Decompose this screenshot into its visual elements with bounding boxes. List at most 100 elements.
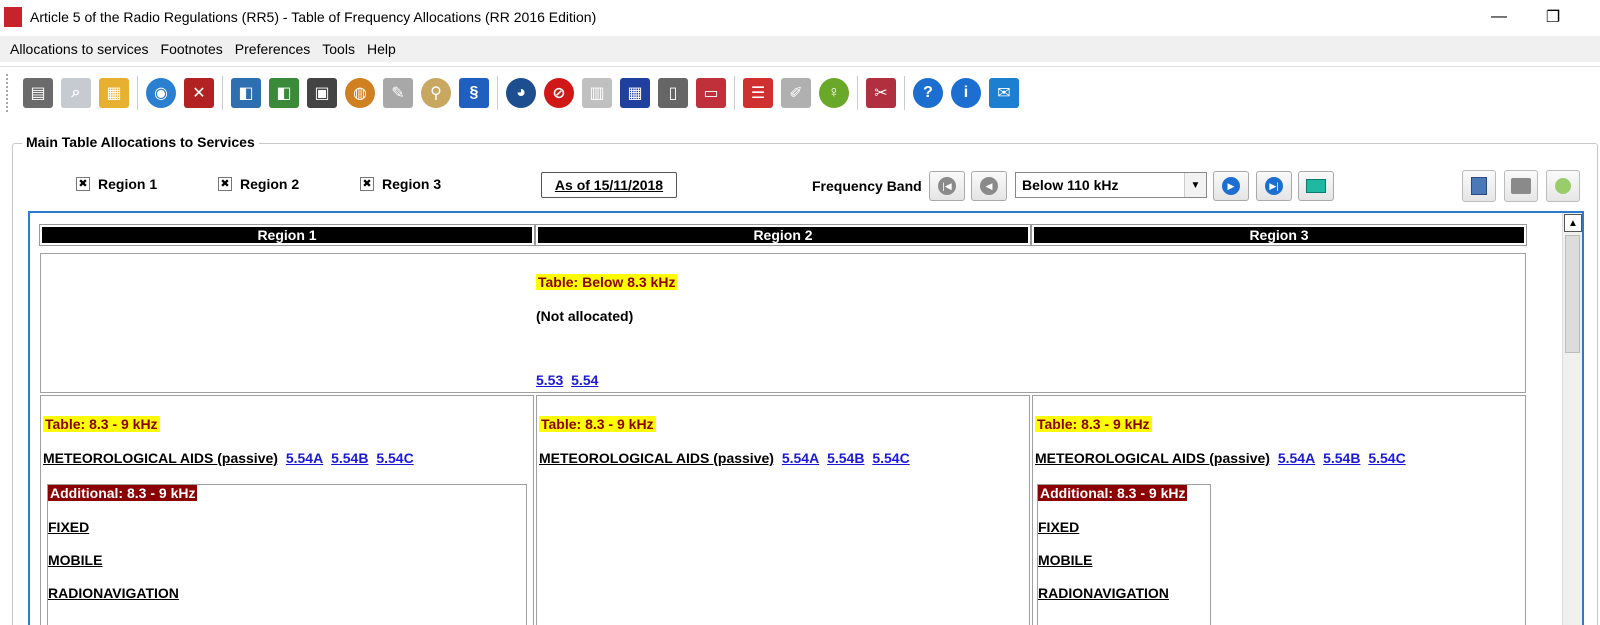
footnote-link[interactable]: 5.54A — [782, 450, 819, 466]
additional-allocation-box: Additional: 8.3 - 9 kHz FIXED MOBILE RAD… — [47, 484, 527, 625]
calendar-icon[interactable]: ▦ — [99, 77, 129, 108]
print-button[interactable] — [1504, 170, 1538, 202]
band-label: Table: 8.3 - 9 kHz — [1035, 416, 1152, 432]
service-line: METEOROLOGICAL AIDS (passive) 5.54A 5.54… — [539, 450, 910, 466]
band-label: Table: 8.3 - 9 kHz — [539, 416, 656, 432]
footnote-link[interactable]: 5.54C — [872, 450, 909, 466]
minimize-button[interactable]: — — [1476, 0, 1522, 34]
checkbox-icon: ✖ — [76, 177, 90, 191]
service-link[interactable]: METEOROLOGICAL AIDS (passive) — [1035, 450, 1270, 466]
menu-tools[interactable]: Tools — [316, 41, 361, 57]
toolbar-grip[interactable] — [6, 73, 11, 112]
additional-allocation-box: Additional: 8.3 - 9 kHz FIXED MOBILE RAD… — [1037, 484, 1211, 625]
calculator-icon[interactable]: ▣ — [307, 77, 337, 108]
footnote-link[interactable]: 5.54A — [1278, 450, 1315, 466]
region1-label: Region 1 — [98, 176, 158, 192]
additional-label: Additional: 8.3 - 9 kHz — [48, 485, 198, 501]
first-icon: |◀ — [938, 177, 956, 195]
footnote-list: 5.53 5.54 — [532, 372, 598, 388]
service-mobile[interactable]: MOBILE — [48, 552, 102, 568]
delete-icon[interactable]: ✕ — [184, 77, 214, 108]
menu-footnotes[interactable]: Footnotes — [155, 41, 229, 57]
scroll-icon[interactable]: § — [459, 77, 489, 108]
help-icon[interactable]: ? — [913, 77, 943, 108]
report-icon[interactable]: ☰ — [743, 77, 773, 108]
world-map-icon[interactable]: ◍ — [345, 77, 375, 108]
as-of-date-button[interactable]: As of 15/11/2018 — [541, 172, 677, 198]
allocation-table-pane[interactable]: Region 1 Region 2 Region 3 Table: Below … — [28, 211, 1584, 625]
restore-button[interactable]: ❐ — [1530, 0, 1576, 34]
region2-checkbox[interactable]: ✖ Region 2 — [218, 176, 299, 192]
tools-icon[interactable]: ✂ — [866, 77, 896, 108]
service-radionavigation[interactable]: RADIONAVIGATION — [48, 585, 179, 601]
footnote-link[interactable]: 5.54 — [571, 372, 598, 388]
last-icon: ▶| — [1265, 177, 1283, 195]
footnote-link[interactable]: 5.53 — [536, 372, 563, 388]
mail-icon[interactable]: ✉ — [989, 77, 1019, 108]
service-mobile[interactable]: MOBILE — [1038, 552, 1092, 568]
next-band-button[interactable]: ▶ — [1213, 171, 1249, 201]
scroll-up-icon[interactable]: ▲ — [1564, 214, 1582, 232]
export-button[interactable] — [1462, 170, 1496, 202]
region1-cell: Table: 8.3 - 9 kHz METEOROLOGICAL AIDS (… — [40, 395, 534, 625]
footnote-link[interactable]: 5.54C — [376, 450, 413, 466]
refresh-button[interactable] — [1546, 170, 1580, 202]
edit-icon[interactable]: ✎ — [383, 77, 413, 108]
lightbulb-icon[interactable]: ♀ — [819, 77, 849, 108]
footnote-link[interactable]: 5.54B — [331, 450, 368, 466]
printer-icon — [1511, 178, 1531, 194]
dial-green-icon[interactable]: ◧ — [269, 77, 299, 108]
region2-cell: Table: 8.3 - 9 kHz METEOROLOGICAL AIDS (… — [536, 395, 1030, 625]
open-book-icon[interactable]: ▯ — [658, 77, 688, 108]
first-band-button[interactable]: |◀ — [929, 171, 965, 201]
vertical-scrollbar[interactable]: ▲ — [1562, 213, 1582, 625]
notepad-icon[interactable]: ✐ — [781, 77, 811, 108]
band-chart-button[interactable] — [1298, 171, 1334, 201]
footnote-link[interactable]: 5.54C — [1368, 450, 1405, 466]
title-bar: Article 5 of the Radio Regulations (RR5)… — [0, 0, 1600, 34]
header-region1: Region 1 — [39, 224, 535, 246]
prev-band-button[interactable]: ◀ — [971, 171, 1007, 201]
service-link[interactable]: METEOROLOGICAL AIDS (passive) — [539, 450, 774, 466]
dial-icon[interactable]: ◧ — [231, 77, 261, 108]
search-icon[interactable]: ⚲ — [421, 77, 451, 108]
preview-icon[interactable]: ⌕ — [61, 77, 91, 108]
frequency-band-select[interactable]: Below 110 kHz ▼ — [1015, 172, 1207, 198]
toolbar-separator — [137, 75, 138, 110]
service-radionavigation[interactable]: RADIONAVIGATION — [1038, 585, 1169, 601]
not-allocated-text: (Not allocated) — [536, 308, 634, 324]
last-band-button[interactable]: ▶| — [1256, 171, 1292, 201]
chevron-down-icon[interactable]: ▼ — [1184, 173, 1206, 197]
menu-preferences[interactable]: Preferences — [229, 41, 316, 57]
prev-icon: ◀ — [980, 177, 998, 195]
keyboard-icon[interactable]: ▥ — [582, 77, 612, 108]
refresh-icon — [1555, 178, 1571, 194]
footnote-link[interactable]: 5.54A — [286, 450, 323, 466]
book-icon[interactable]: ▤ — [23, 77, 53, 108]
service-line: METEOROLOGICAL AIDS (passive) 5.54A 5.54… — [1035, 450, 1406, 466]
no-entry-icon[interactable]: ⊘ — [544, 77, 574, 108]
footnote-link[interactable]: 5.54B — [1323, 450, 1360, 466]
globe-pin-icon[interactable]: ◉ — [146, 77, 176, 108]
checkbox-icon: ✖ — [218, 177, 232, 191]
earth-icon[interactable]: ◕ — [506, 77, 536, 108]
footnote-link[interactable]: 5.54B — [827, 450, 864, 466]
grid-icon[interactable]: ▦ — [620, 77, 650, 108]
group-title: Main Table Allocations to Services — [22, 134, 259, 150]
scrollbar-thumb[interactable] — [1565, 235, 1580, 353]
window-title: Article 5 of the Radio Regulations (RR5)… — [30, 9, 597, 25]
additional-label: Additional: 8.3 - 9 kHz — [1038, 485, 1188, 501]
menu-help[interactable]: Help — [361, 41, 402, 57]
region1-checkbox[interactable]: ✖ Region 1 — [76, 176, 157, 192]
service-link[interactable]: METEOROLOGICAL AIDS (passive) — [43, 450, 278, 466]
band-label: Table: 8.3 - 9 kHz — [43, 416, 160, 432]
region3-checkbox[interactable]: ✖ Region 3 — [360, 176, 441, 192]
service-fixed[interactable]: FIXED — [1038, 519, 1079, 535]
band-value: Below 110 kHz — [1022, 177, 1119, 193]
service-fixed[interactable]: FIXED — [48, 519, 89, 535]
info-icon[interactable]: i — [951, 77, 981, 108]
header-region3: Region 3 — [1031, 224, 1527, 246]
laptop-icon[interactable]: ▭ — [696, 77, 726, 108]
frequency-band-label: Frequency Band — [812, 178, 922, 194]
menu-allocations[interactable]: Allocations to services — [4, 41, 155, 57]
